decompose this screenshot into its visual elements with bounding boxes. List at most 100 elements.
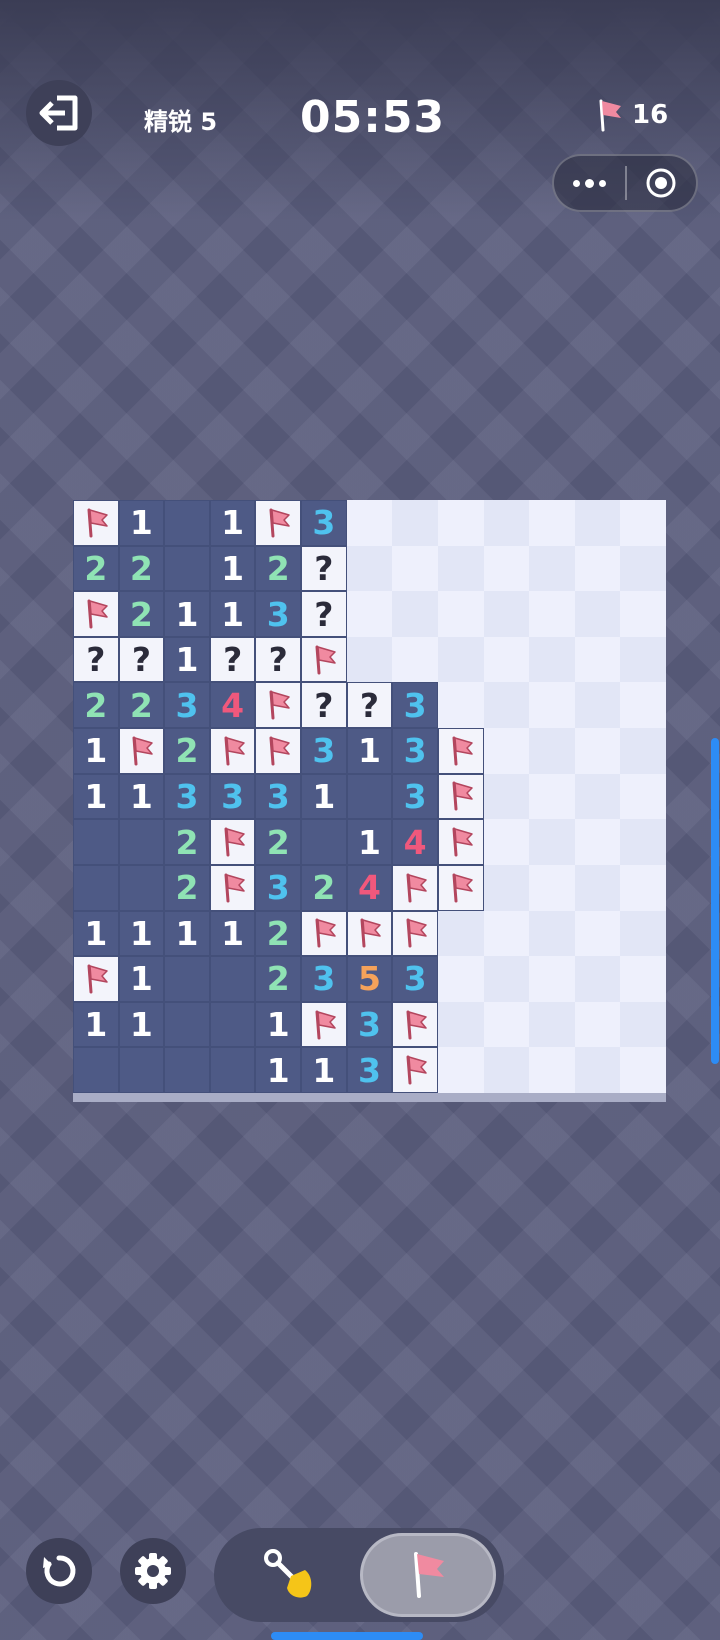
cell-number[interactable]: 2 [118, 545, 165, 592]
cell-question[interactable]: ? [301, 682, 347, 729]
cell-unrevealed[interactable] [529, 636, 575, 683]
cell-unrevealed[interactable] [437, 1047, 484, 1093]
cell-unrevealed[interactable] [574, 864, 621, 911]
cell-empty[interactable] [118, 819, 165, 865]
cell-unrevealed[interactable] [483, 682, 530, 729]
cell-unrevealed[interactable] [620, 636, 666, 683]
cell-number[interactable]: 1 [209, 910, 256, 957]
cell-unrevealed[interactable] [483, 773, 530, 820]
cell-number[interactable]: 3 [209, 773, 256, 820]
cell-unrevealed[interactable] [437, 500, 484, 546]
cell-unrevealed[interactable] [574, 591, 621, 637]
cell-question[interactable]: ? [301, 591, 347, 637]
cell-number[interactable]: 3 [164, 682, 210, 729]
cell-flagged[interactable] [392, 1047, 438, 1093]
cell-number[interactable]: 3 [392, 728, 438, 774]
cell-number[interactable]: 1 [346, 728, 393, 774]
cell-unrevealed[interactable] [620, 864, 666, 911]
cell-unrevealed[interactable] [483, 545, 530, 592]
cell-empty[interactable] [73, 819, 119, 865]
cell-unrevealed[interactable] [574, 682, 621, 729]
cell-unrevealed[interactable] [574, 545, 621, 592]
cell-unrevealed[interactable] [346, 500, 393, 546]
cell-unrevealed[interactable] [574, 1001, 621, 1048]
cell-unrevealed[interactable] [437, 1001, 484, 1048]
cell-number[interactable]: 2 [164, 864, 210, 911]
cell-flagged[interactable] [301, 636, 347, 683]
cell-number[interactable]: 2 [164, 819, 210, 865]
cell-flagged[interactable] [437, 773, 484, 820]
cell-unrevealed[interactable] [437, 682, 484, 729]
cell-number[interactable]: 1 [346, 819, 393, 865]
cell-flagged[interactable] [346, 910, 393, 957]
cell-unrevealed[interactable] [483, 1047, 530, 1093]
cell-number[interactable]: 2 [255, 545, 302, 592]
cell-empty[interactable] [209, 956, 256, 1002]
cell-empty[interactable] [209, 1001, 256, 1048]
cell-question[interactable]: ? [118, 636, 165, 683]
cell-number[interactable]: 1 [118, 500, 165, 546]
cell-question[interactable]: ? [255, 636, 302, 683]
scrollbar[interactable] [711, 738, 719, 1064]
cell-number[interactable]: 1 [209, 500, 256, 546]
cell-unrevealed[interactable] [483, 864, 530, 911]
cell-unrevealed[interactable] [529, 682, 575, 729]
cell-number[interactable]: 1 [301, 1047, 347, 1093]
cell-number[interactable]: 3 [255, 773, 302, 820]
cell-unrevealed[interactable] [574, 956, 621, 1002]
cell-unrevealed[interactable] [437, 636, 484, 683]
cell-number[interactable]: 2 [164, 728, 210, 774]
cell-number[interactable]: 1 [73, 1001, 119, 1048]
cell-number[interactable]: 1 [255, 1001, 302, 1048]
cell-flagged[interactable] [255, 500, 302, 546]
cell-number[interactable]: 2 [255, 910, 302, 957]
cell-empty[interactable] [164, 545, 210, 592]
cell-unrevealed[interactable] [620, 545, 666, 592]
cell-unrevealed[interactable] [483, 910, 530, 957]
cell-unrevealed[interactable] [346, 636, 393, 683]
cell-number[interactable]: 4 [346, 864, 393, 911]
cell-unrevealed[interactable] [574, 910, 621, 957]
cell-number[interactable]: 2 [255, 819, 302, 865]
cell-number[interactable]: 2 [73, 545, 119, 592]
cell-flagged[interactable] [73, 500, 119, 546]
cell-number[interactable]: 1 [118, 773, 165, 820]
cell-unrevealed[interactable] [483, 728, 530, 774]
cell-empty[interactable] [118, 864, 165, 911]
cell-unrevealed[interactable] [392, 636, 438, 683]
cell-number[interactable]: 1 [209, 545, 256, 592]
cell-unrevealed[interactable] [620, 728, 666, 774]
cell-empty[interactable] [301, 819, 347, 865]
cell-empty[interactable] [164, 956, 210, 1002]
cell-unrevealed[interactable] [620, 773, 666, 820]
cell-number[interactable]: 1 [118, 956, 165, 1002]
cell-number[interactable]: 1 [164, 636, 210, 683]
cell-flagged[interactable] [392, 864, 438, 911]
cell-unrevealed[interactable] [392, 545, 438, 592]
cell-empty[interactable] [346, 773, 393, 820]
cell-unrevealed[interactable] [392, 591, 438, 637]
cell-unrevealed[interactable] [346, 591, 393, 637]
cell-unrevealed[interactable] [529, 910, 575, 957]
cell-flagged[interactable] [209, 728, 256, 774]
cell-unrevealed[interactable] [620, 1047, 666, 1093]
cell-number[interactable]: 3 [164, 773, 210, 820]
dig-mode-button[interactable] [228, 1534, 352, 1616]
cell-flagged[interactable] [392, 1001, 438, 1048]
cell-number[interactable]: 3 [392, 956, 438, 1002]
cell-number[interactable]: 1 [255, 1047, 302, 1093]
cell-unrevealed[interactable] [620, 819, 666, 865]
cell-unrevealed[interactable] [529, 1047, 575, 1093]
cell-flagged[interactable] [73, 956, 119, 1002]
cell-unrevealed[interactable] [529, 500, 575, 546]
cell-question[interactable]: ? [346, 682, 393, 729]
cell-unrevealed[interactable] [437, 545, 484, 592]
more-menu-button[interactable] [554, 156, 625, 210]
cell-number[interactable]: 3 [392, 773, 438, 820]
cell-unrevealed[interactable] [529, 728, 575, 774]
cell-unrevealed[interactable] [529, 591, 575, 637]
cell-number[interactable]: 4 [209, 682, 256, 729]
cell-number[interactable]: 1 [164, 591, 210, 637]
cell-unrevealed[interactable] [574, 728, 621, 774]
flag-mode-button[interactable] [360, 1533, 496, 1617]
